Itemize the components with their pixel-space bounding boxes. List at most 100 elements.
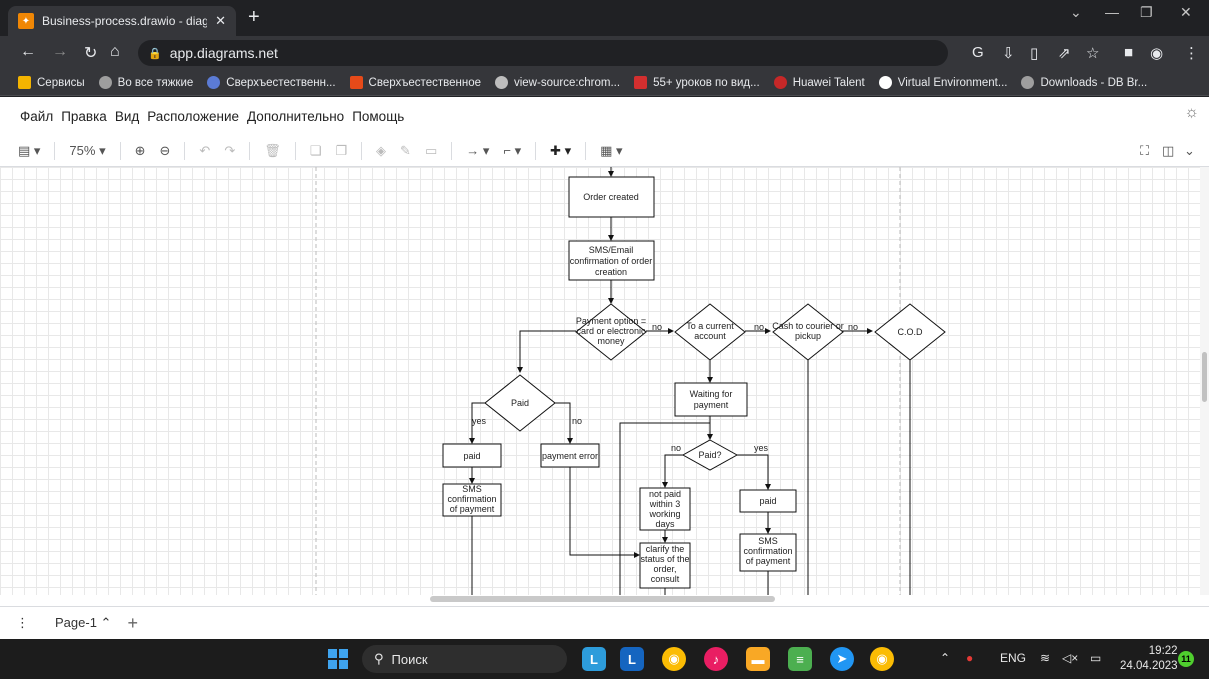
fullscreen-icon[interactable]: ⛶ xyxy=(1140,143,1149,159)
node-label: days xyxy=(655,519,675,529)
edge-label: no xyxy=(754,322,764,332)
menu-edit[interactable]: Правка xyxy=(61,109,107,124)
music-app-icon[interactable]: ♪ xyxy=(704,647,728,671)
browser-tab[interactable]: ✦ Business-process.drawio - diagra ✕ xyxy=(8,6,236,36)
notification-badge[interactable]: 11 xyxy=(1178,651,1194,667)
install-app-icon[interactable]: ⇩ xyxy=(1002,44,1015,62)
node-label: money xyxy=(597,336,625,346)
bookmark-item[interactable]: view-source:chrom... xyxy=(494,76,620,89)
to-front-icon[interactable]: ❏ xyxy=(310,143,322,159)
fill-color-icon[interactable]: ◈ xyxy=(376,143,386,159)
tray-app-icon[interactable]: ● xyxy=(966,651,973,665)
edge-label: no xyxy=(572,416,582,426)
battery-icon[interactable]: ▭ xyxy=(1090,651,1101,665)
back-icon[interactable]: ← xyxy=(20,43,36,61)
tray-chevron-icon[interactable]: ⌃ xyxy=(940,651,950,665)
bookmark-page-icon[interactable]: ▯ xyxy=(1030,44,1038,62)
zoom-in-icon[interactable]: ⊕ xyxy=(135,143,146,159)
collapse-icon[interactable]: ⌄ xyxy=(1184,143,1195,159)
window-close-icon[interactable]: ✕ xyxy=(1180,4,1192,21)
forward-icon[interactable]: → xyxy=(52,43,68,61)
horizontal-scrollbar[interactable] xyxy=(430,596,775,602)
bookmark-item[interactable]: Сервисы xyxy=(18,76,85,89)
node-label: payment xyxy=(694,400,729,410)
connector xyxy=(737,454,771,490)
volume-muted-icon[interactable]: ◁× xyxy=(1062,651,1078,665)
to-back-icon[interactable]: ❐ xyxy=(335,143,347,159)
tab-search-chevron-icon[interactable]: ⌄ xyxy=(1070,4,1082,21)
bookmark-item[interactable]: Сверхъестественное xyxy=(349,76,481,89)
restore-icon[interactable]: ❐ xyxy=(1140,4,1153,21)
bookmark-item[interactable]: Сверхъестественн... xyxy=(207,76,336,89)
vertical-scrollbar[interactable] xyxy=(1200,167,1209,595)
table-icon[interactable]: ▦ ▾ xyxy=(600,143,622,159)
diagram-canvas[interactable]: Order created SMS/Email confirmation of … xyxy=(0,167,1200,595)
address-bar[interactable]: 🔒 app.diagrams.net xyxy=(138,40,948,66)
scrollbar-thumb[interactable] xyxy=(1202,352,1207,402)
menu-help[interactable]: Помощь xyxy=(352,109,404,124)
node-label: SMS xyxy=(462,484,482,494)
new-tab-button[interactable]: + xyxy=(248,6,260,29)
node-label: confirmation xyxy=(743,546,792,556)
telegram-icon[interactable]: ➤ xyxy=(830,647,854,671)
edge-label: no xyxy=(848,322,858,332)
star-icon[interactable]: ☆ xyxy=(1086,44,1099,62)
bookmark-item[interactable]: Downloads - DB Br... xyxy=(1021,76,1147,89)
node-label: Payment option = xyxy=(576,316,646,326)
redo-icon[interactable]: ↷ xyxy=(224,143,235,159)
share-icon[interactable]: ⇗ xyxy=(1058,44,1071,62)
file-explorer-icon[interactable]: ▬ xyxy=(746,647,770,671)
windows-start-icon[interactable] xyxy=(328,649,348,669)
side-panel-icon[interactable]: ■ xyxy=(1124,44,1133,61)
bookmark-item[interactable]: Huawei Talent xyxy=(773,76,865,89)
tab-page-1[interactable]: Page-1 ⌃ xyxy=(49,611,117,635)
bookmark-item[interactable]: Virtual Environment... xyxy=(878,76,1007,89)
undo-icon[interactable]: ↶ xyxy=(199,143,210,159)
node-label: payment error xyxy=(542,451,598,461)
minimize-icon[interactable]: — xyxy=(1105,4,1119,20)
zoom-select[interactable]: 75% ▾ xyxy=(69,143,105,159)
app-l2-icon[interactable]: L xyxy=(620,647,644,671)
insert-icon[interactable]: ✚ ▾ xyxy=(550,143,571,159)
pages-menu-icon[interactable]: ⋮ xyxy=(16,615,29,631)
add-page-button[interactable]: + xyxy=(127,613,138,634)
connection-style-icon[interactable]: → ▾ xyxy=(466,143,489,159)
shadow-icon[interactable]: ▭ xyxy=(425,143,437,159)
line-color-icon[interactable]: ✎ xyxy=(400,143,411,159)
node-label: status of the xyxy=(640,554,689,564)
chrome-active-icon[interactable]: ◉ xyxy=(870,647,894,671)
notepad-icon[interactable]: ≡ xyxy=(788,647,812,671)
home-icon[interactable]: ⌂ xyxy=(110,43,120,61)
tab-close-icon[interactable]: ✕ xyxy=(215,13,226,29)
wifi-icon[interactable]: ≋ xyxy=(1040,651,1050,665)
chrome-icon[interactable]: ◉ xyxy=(662,647,686,671)
app-l-icon[interactable]: L xyxy=(582,647,606,671)
menu-file[interactable]: Файл xyxy=(20,109,53,124)
lock-icon: 🔒 xyxy=(148,47,162,60)
reload-icon[interactable]: ↻ xyxy=(84,43,97,63)
google-icon[interactable]: G xyxy=(972,44,984,61)
node-label: pickup xyxy=(795,331,821,341)
taskbar-clock[interactable]: 19:22 24.04.2023 xyxy=(1120,644,1178,674)
split-view-icon[interactable]: ◫ xyxy=(1162,143,1174,159)
database-icon xyxy=(1021,76,1035,89)
bookmark-item[interactable]: 55+ уроков по вид... xyxy=(634,76,760,89)
theme-toggle-icon[interactable]: ☼ xyxy=(1184,104,1199,122)
menu-arrange[interactable]: Расположение xyxy=(147,109,239,124)
delete-icon[interactable]: 🗑 xyxy=(264,143,281,159)
format-panel-icon[interactable]: ▤ ▾ xyxy=(18,143,40,159)
chrome-menu-icon[interactable]: ⋮ xyxy=(1184,44,1199,62)
zoom-out-icon[interactable]: ⊖ xyxy=(160,143,171,159)
node-label: To a current xyxy=(686,321,734,331)
node-label: order, xyxy=(653,564,676,574)
bookmark-favicon-icon xyxy=(98,76,112,89)
menu-extras[interactable]: Дополнительно xyxy=(247,109,344,124)
node-label: clarify the xyxy=(646,544,685,554)
taskbar-search[interactable]: ⚲ Поиск xyxy=(362,645,567,673)
huawei-icon xyxy=(773,76,787,89)
menu-view[interactable]: Вид xyxy=(115,109,139,124)
profile-icon[interactable]: ◉ xyxy=(1150,44,1163,62)
language-indicator[interactable]: ENG xyxy=(1000,651,1026,665)
waypoints-icon[interactable]: ⌐ ▾ xyxy=(503,143,521,159)
bookmark-item[interactable]: Во все тяжкие xyxy=(98,76,193,89)
